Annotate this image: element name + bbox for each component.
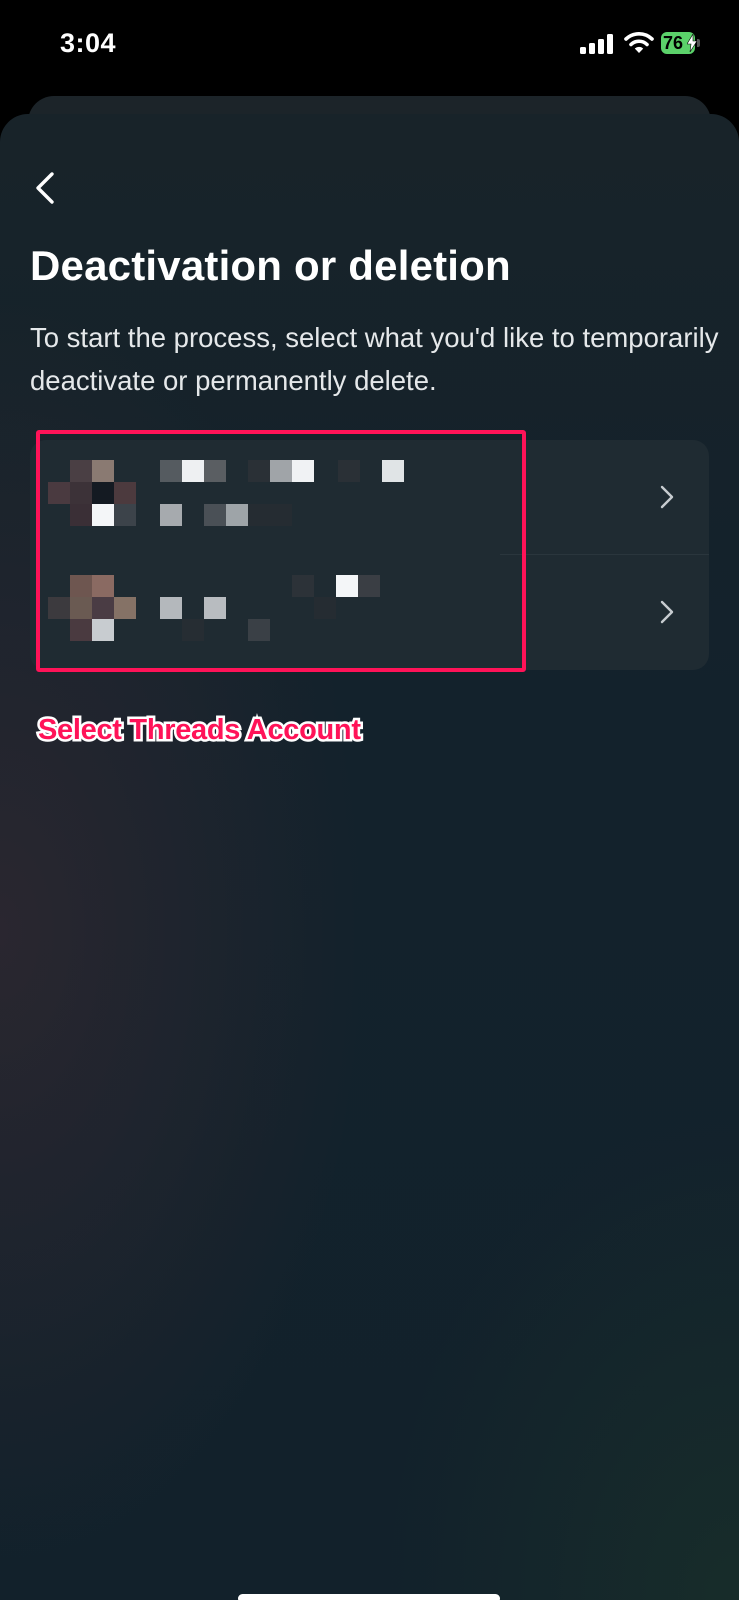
back-button[interactable] [30, 168, 64, 210]
charging-bolt-icon [687, 34, 697, 52]
signal-icon [580, 34, 616, 54]
battery-nub [697, 39, 700, 47]
battery-charging-icon: 76 [661, 32, 701, 56]
chevron-right-icon [660, 485, 674, 509]
wifi-icon [624, 32, 654, 53]
page-title: Deactivation or deletion [30, 242, 511, 289]
deactivation-sheet: Deactivation or deletion To start the pr… [0, 114, 739, 1600]
page-subtitle: To start the process, select what you'd … [30, 322, 719, 396]
annotation-label: Select Threads Account [36, 712, 364, 749]
annotation-highlight-box [36, 430, 526, 672]
home-indicator[interactable] [238, 1594, 500, 1600]
chevron-left-icon [36, 172, 54, 204]
status-bar: 3:04 76 [0, 0, 739, 90]
chevron-right-icon [660, 600, 674, 624]
status-time: 3:04 [60, 28, 117, 58]
